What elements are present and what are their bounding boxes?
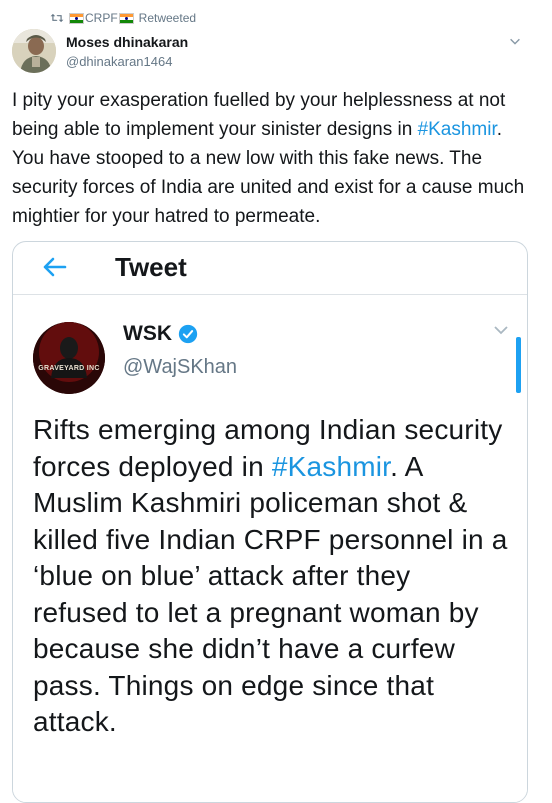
retweet-context[interactable]: CRPF Retweeted [50, 9, 196, 27]
retweet-action-label: Retweeted [138, 11, 197, 25]
avatar[interactable] [12, 29, 56, 73]
tweet-text: I pity your exasperation fuelled by your… [12, 86, 532, 231]
retweeter-name[interactable]: CRPF [85, 11, 118, 25]
chevron-down-icon [494, 326, 508, 335]
screenshot-author-name: WSK [123, 322, 172, 345]
attached-image[interactable]: Tweet GRAVEYARD INC WSK @WajSKhan Rifts … [12, 241, 528, 803]
retweet-icon [50, 13, 64, 23]
screenshot-avatar: GRAVEYARD INC [33, 322, 105, 394]
verified-badge-icon [178, 324, 198, 344]
screenshot-tweet-text: Rifts emerging among Indian security for… [33, 412, 513, 741]
author-handle[interactable]: @dhinakaran1464 [66, 54, 172, 69]
scroll-indicator [516, 337, 521, 393]
india-flag-icon [69, 12, 84, 24]
screenshot-author: WSK [123, 322, 198, 346]
screenshot-header-title: Tweet [115, 252, 187, 282]
author-display-name[interactable]: Moses dhinakaran [66, 34, 188, 50]
screenshot-hashtag: #Kashmir [271, 450, 391, 482]
retweeter[interactable]: CRPF [69, 11, 134, 25]
screenshot-tweet: GRAVEYARD INC WSK @WajSKhan Rifts emergi… [13, 294, 527, 802]
screenshot-avatar-caption: GRAVEYARD INC [38, 365, 100, 372]
screenshot-text-part: . A Muslim Kashmiri policeman shot & kil… [33, 450, 508, 738]
back-arrow-icon [43, 257, 67, 277]
avatar-image [12, 29, 56, 73]
screenshot-author-handle: @WajSKhan [123, 356, 238, 378]
hashtag-link[interactable]: #Kashmir [418, 119, 497, 140]
chevron-down-icon[interactable] [508, 34, 522, 48]
screenshot-text-part: Rifts emerging among Indian security for… [33, 414, 503, 482]
screenshot-avatar-image [33, 322, 105, 394]
india-flag-icon [118, 12, 134, 24]
screenshot-top-bar: Tweet [13, 242, 527, 294]
